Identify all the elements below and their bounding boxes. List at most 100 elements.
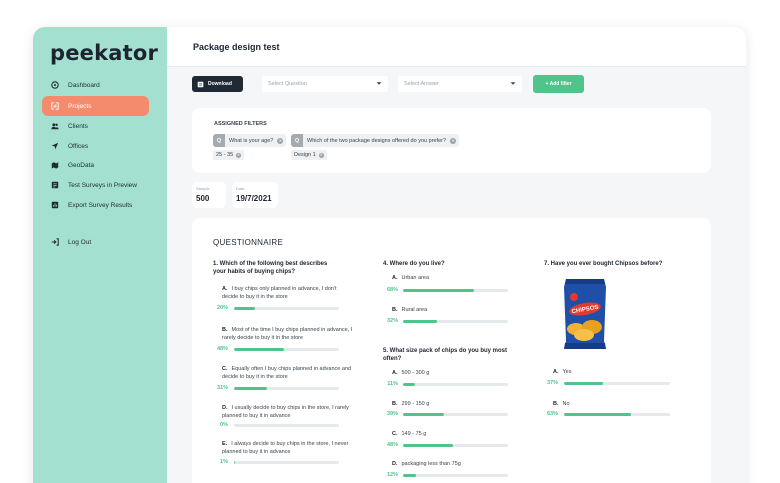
question-title: 4. Where do you live?	[383, 261, 445, 267]
app-logo: peekator	[50, 41, 159, 65]
answer-option: C. 149 - 75 g	[392, 431, 427, 437]
remove-answer-icon[interactable]: ✕	[236, 152, 242, 158]
select-answer-placeholder: Select Answer	[404, 81, 439, 87]
answer-bar-fill	[403, 413, 444, 416]
answer-option: A. Yes	[553, 369, 572, 375]
filter-answer-tag[interactable]: Design 1 ✕	[291, 150, 327, 160]
sidebar-item-clients[interactable]: Clients	[42, 116, 149, 136]
offices-icon	[51, 142, 59, 150]
sidebar-item-projects[interactable]: Projects	[42, 96, 149, 116]
answer-percent: 1%	[220, 459, 228, 465]
remove-filter-icon[interactable]: ✕	[277, 137, 284, 144]
answer-percent: 68%	[386, 287, 398, 293]
projects-icon	[51, 102, 59, 110]
remove-filter-icon[interactable]: ✕	[450, 137, 457, 144]
sidebar-item-label: Projects	[68, 102, 92, 110]
answer-bar-fill	[234, 348, 285, 351]
answer-bar-fill	[403, 289, 475, 292]
sidebar-item-label: Dashboard	[68, 81, 100, 89]
sidebar-item-test-surveys[interactable]: Test Surveys in Preview	[42, 175, 149, 195]
sidebar-item-offices[interactable]: Offices	[42, 136, 149, 156]
answer-option: A. Urban area	[392, 275, 430, 281]
export-icon	[51, 201, 59, 209]
assigned-filters-title: ASSIGNED FILTERS	[214, 121, 267, 127]
answer-bar-fill	[403, 383, 415, 386]
answer-bar	[234, 461, 339, 464]
answer-bar-fill	[234, 387, 267, 390]
answer-percent: 32%	[386, 318, 398, 324]
answer-option: E. I always decide to buy chips in the st…	[222, 441, 349, 455]
questionnaire-title: QUESTIONNAIRE	[213, 238, 284, 247]
answer-bar	[234, 307, 339, 310]
survey-preview-icon	[51, 181, 59, 189]
answer-bar-fill	[234, 461, 236, 464]
download-icon	[197, 81, 204, 87]
answer-percent: 63%	[546, 411, 558, 417]
answer-option: D. packaging less than 75g	[392, 461, 461, 467]
date-value: 19/7/2021	[236, 194, 272, 203]
answer-bar	[403, 320, 508, 323]
answer-option: D. I usually decide to buy chips in the s…	[222, 405, 349, 419]
geodata-icon	[51, 161, 59, 169]
chevron-down-icon	[510, 82, 516, 85]
answer-option: B. Most of the time I buy chips planned i…	[222, 327, 353, 341]
answer-bar-fill	[403, 474, 416, 477]
answer-percent: 11%	[387, 381, 398, 387]
answer-percent: 20%	[216, 305, 228, 311]
answer-percent: 39%	[386, 411, 398, 417]
sample-value: 500	[196, 194, 210, 203]
answer-percent: 12%	[386, 472, 398, 478]
clients-icon	[51, 122, 59, 130]
sidebar-item-label: Test Surveys in Preview	[68, 181, 137, 189]
select-question-placeholder: Select Question	[268, 81, 307, 87]
answer-bar	[403, 474, 508, 477]
filter-chip-design[interactable]: Q Which of the two package designs offer…	[291, 134, 460, 147]
filter-answer: Design 1	[294, 152, 316, 158]
answer-percent: 0%	[220, 422, 228, 428]
sidebar-item-dashboard[interactable]: Dashboard	[42, 75, 149, 95]
answer-option: A. I buy chips only planned in advance, I…	[222, 286, 337, 300]
filter-question: Which of the two package designs offered…	[307, 137, 447, 144]
sidebar-item-geodata[interactable]: GeoData	[42, 155, 149, 175]
answer-bar-fill	[564, 413, 631, 416]
question-title: 7. Have you ever bought Chipsos before?	[544, 261, 663, 267]
answer-bar	[403, 289, 508, 292]
question-title: 5. What size pack of chips do you buy mo…	[383, 348, 508, 362]
answer-option: B. Rural area	[392, 307, 428, 313]
select-question-dropdown[interactable]: Select Question	[262, 76, 388, 92]
answer-percent: 48%	[216, 346, 228, 352]
answer-option: B. No	[553, 401, 570, 407]
answer-option: A. 500 - 300 g	[392, 370, 430, 376]
date-stat: Date 19/7/2021	[232, 182, 278, 208]
answer-percent: 48%	[386, 442, 398, 448]
add-filter-button[interactable]: + Add filter	[533, 75, 584, 93]
sample-stat: Sample 500	[192, 182, 226, 208]
answer-bar	[564, 382, 670, 385]
date-label: Date	[236, 186, 245, 191]
answer-bar	[403, 444, 508, 447]
page-title: Package design test	[193, 42, 280, 52]
answer-option: B. 299 - 150 g	[392, 401, 430, 407]
download-button[interactable]: Download	[192, 76, 243, 92]
sidebar-item-logout[interactable]: Log Out	[42, 232, 149, 252]
question-icon: Q	[213, 134, 225, 147]
select-answer-dropdown[interactable]: Select Answer	[398, 76, 522, 92]
chips-package-image: CHIPSOS	[564, 279, 606, 349]
filter-answer-tag[interactable]: 25 - 35 ✕	[213, 150, 245, 160]
sidebar-item-label: Log Out	[68, 238, 92, 246]
sidebar: peekator Dashboard Projects Clients Offi…	[33, 27, 167, 483]
sidebar-item-export[interactable]: Export Survey Results	[42, 195, 149, 215]
chevron-down-icon	[376, 82, 382, 85]
answer-bar	[564, 413, 670, 416]
download-label: Download	[208, 81, 232, 87]
sidebar-item-label: Export Survey Results	[68, 201, 133, 209]
question-title: 1. Which of the following best describes…	[213, 261, 328, 275]
answer-bar-fill	[403, 444, 454, 447]
remove-answer-icon[interactable]: ✕	[318, 152, 324, 158]
sidebar-item-label: GeoData	[68, 161, 95, 169]
sidebar-item-label: Clients	[68, 122, 88, 130]
top-bar: Package design test	[167, 27, 746, 67]
answer-bar-fill	[564, 382, 604, 385]
filter-chip-age[interactable]: Q What is your age? ✕	[213, 134, 287, 147]
filter-answer: 25 - 35	[216, 152, 234, 158]
